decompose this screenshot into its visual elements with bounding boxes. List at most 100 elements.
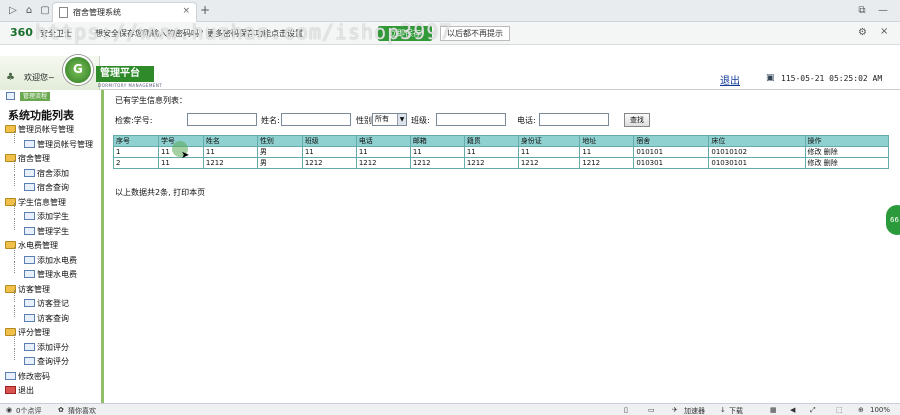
sidebar-item[interactable]: 访客管理 (5, 284, 50, 295)
browser-tab-bar: ▷ ⌂ ▢ 宿舍管理系统 × + ⧉ — (0, 0, 900, 22)
page-icon (5, 371, 16, 380)
home-icon[interactable]: ⌂ (22, 4, 36, 18)
accelerator-button[interactable]: 加速器 (684, 406, 705, 415)
platform-title: 管理平台 (96, 66, 154, 82)
tree-connector (14, 203, 15, 215)
tree-connector (14, 174, 15, 186)
sidebar-item-label: 查询评分 (37, 357, 69, 366)
minimize-icon[interactable]: — (876, 4, 890, 18)
sidebar-item[interactable]: 管理学生 (24, 226, 69, 237)
cursor-mode-icon[interactable]: ⬚ (836, 406, 843, 414)
page-icon (24, 270, 35, 278)
sidebar-item[interactable]: 查询评分 (24, 356, 69, 367)
column-header: 序号 (113, 135, 159, 147)
restore-icon[interactable]: ⧉ (855, 4, 869, 18)
name-input[interactable] (281, 113, 351, 126)
gear-icon[interactable]: ⚙ (858, 27, 867, 38)
sidebar-item[interactable]: 管理员帐号管理 (5, 124, 74, 135)
comments-count[interactable]: 0个点评 (16, 406, 41, 415)
sidebar-item[interactable]: 管理员帐号管理 (24, 139, 93, 150)
download-button[interactable]: 下载 (729, 406, 743, 415)
table-cell: 11 (355, 146, 411, 158)
browser-tab[interactable]: 宿舍管理系统 × (52, 2, 197, 22)
search-id-label: 检索:学号: (115, 116, 153, 125)
page-icon[interactable]: ▢ (38, 4, 52, 18)
expand-icon[interactable]: ⤢ (810, 406, 816, 415)
close-icon[interactable]: × (182, 6, 190, 16)
sidebar-item-label: 添加学生 (37, 212, 69, 221)
student-id-input[interactable] (187, 113, 257, 126)
sidebar-item[interactable]: 添加评分 (24, 342, 69, 353)
tablet-icon[interactable]: ▭ (648, 406, 655, 414)
row-actions[interactable]: 修改 删除 (804, 157, 890, 169)
logout-link[interactable]: 退出 (720, 72, 740, 87)
status-bar: ◉ 0个点评 ✿ 猜你喜欢 ▯ ▭ ✈ 加速器 ↓ 下载 ▦ ◀ ⤢ ⬚ ⊕ 1… (0, 403, 900, 415)
tree-connector (14, 246, 15, 259)
back-icon[interactable]: ▷ (6, 4, 20, 18)
welcome-text: 欢迎您~ (24, 73, 55, 82)
tree-connector (14, 304, 15, 317)
new-tab-button[interactable]: + (200, 3, 210, 17)
watermark: https://www.huzhan.com/ishop3997 (35, 20, 453, 44)
sidebar-item[interactable]: 添加学生 (24, 211, 69, 222)
sidebar-item-label: 添加水电费 (37, 255, 77, 265)
tree-connector (14, 348, 15, 360)
cursor-icon: ➤ (181, 150, 190, 161)
tree-connector (14, 130, 15, 143)
main-content: 已有学生信息列表： 检索:学号: 姓名: 性别: 所有 ▼ 班级: 电话: 查找 … (107, 90, 900, 403)
column-header: 性别 (256, 135, 303, 147)
sidebar-item[interactable]: 添加水电费 (24, 255, 77, 266)
tab-title: 宿舍管理系统 (73, 8, 121, 17)
sidebar-item-label: 访客管理 (18, 284, 50, 294)
chevron-down-icon: ▼ (397, 114, 406, 125)
phone-input[interactable] (539, 113, 609, 126)
table-cell: 11 (202, 146, 258, 158)
grid-icon[interactable]: ▦ (770, 406, 777, 414)
name-label: 姓名: (261, 116, 280, 125)
sidebar-item[interactable]: 水电费管理 (5, 240, 58, 251)
sidebar-title: 系统功能列表 (8, 109, 74, 122)
column-header: 邮箱 (409, 135, 465, 147)
float-badge[interactable]: 66 (886, 205, 900, 235)
sidebar-item[interactable]: 修改密码 (5, 371, 50, 382)
brand-logo: 360 (10, 26, 33, 39)
sidebar-item[interactable]: 退出 (5, 385, 34, 396)
table-row: 2 11 1212 男 1212 1212 1212 1212 1212 1212 010301 01… (113, 157, 890, 169)
sidebar-item[interactable]: 管理水电费 (24, 269, 77, 280)
tree-connector (14, 333, 15, 346)
sidebar-tab[interactable]: 管理流程 (20, 92, 51, 101)
table-cell: 11 (579, 146, 635, 158)
like-icon: ✿ (58, 406, 64, 414)
column-header: 籍贯 (463, 135, 519, 147)
sidebar-item[interactable]: 访客查询 (24, 313, 69, 324)
page-icon (24, 313, 35, 322)
sidebar-item[interactable]: 宿舍查询 (24, 182, 69, 193)
sidebar-item[interactable]: 宿舍管理 (5, 153, 50, 164)
gender-select[interactable]: 所有 ▼ (372, 113, 407, 126)
row-actions[interactable]: 修改 删除 (804, 146, 890, 158)
column-header: 身份证 (517, 135, 581, 147)
table-cell: 2 (113, 157, 159, 169)
speaker-icon[interactable]: ◀ (790, 406, 795, 414)
platform-subtitle: DORMITORY MANAGEMENT (98, 83, 163, 88)
zoom-level[interactable]: 100% (870, 406, 890, 414)
page-icon (24, 342, 35, 351)
table-summary: 以上数据共2条, 打印本页 (115, 188, 206, 197)
search-button[interactable]: 查找 (624, 113, 650, 127)
sidebar-item-label: 访客登记 (37, 299, 69, 308)
sidebar-item-label: 管理水电费 (37, 270, 77, 279)
sidebar-item[interactable]: 评分管理 (5, 327, 50, 338)
close-icon[interactable]: × (880, 26, 888, 37)
guess-you-like[interactable]: 猜你喜欢 (68, 406, 96, 415)
sidebar-item[interactable]: 访客登记 (24, 298, 69, 309)
sidebar-item-label: 访客查询 (37, 313, 69, 323)
zoom-icon: ⊕ (858, 406, 864, 414)
phone-icon[interactable]: ▯ (624, 406, 628, 414)
gender-value: 所有 (375, 115, 389, 123)
page-icon (24, 255, 35, 264)
sidebar-item-label: 宿舍添加 (37, 168, 69, 178)
sidebar-item[interactable]: 宿舍添加 (24, 168, 69, 179)
class-input[interactable] (436, 113, 506, 126)
page-icon (24, 226, 35, 235)
page-icon (24, 168, 35, 177)
